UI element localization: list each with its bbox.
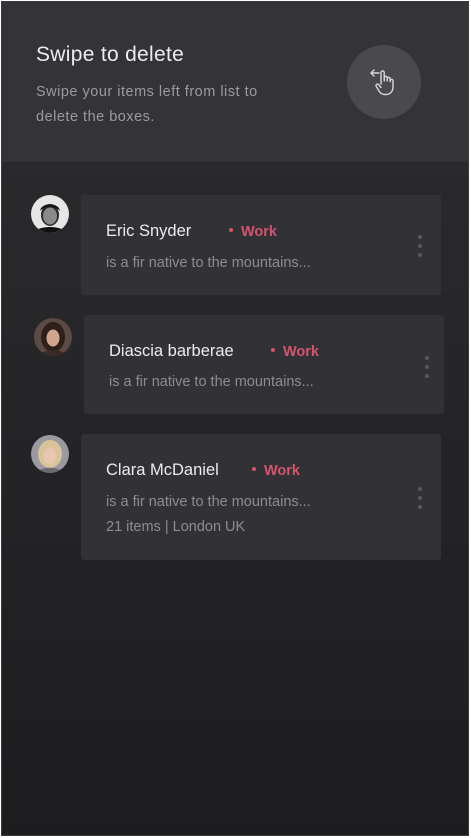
swipe-left-hand-icon	[370, 69, 394, 96]
item-tag-label: Work	[283, 344, 319, 360]
list-item[interactable]: Eric Snyder Work is a fir native to the …	[81, 195, 441, 295]
item-description: is a fir native to the mountains...	[109, 374, 314, 390]
swipe-hint-button[interactable]	[347, 45, 421, 119]
more-options-icon[interactable]	[414, 487, 426, 511]
app-screen: Swipe to delete Swipe your items left fr…	[1, 1, 469, 836]
avatar[interactable]	[31, 435, 69, 473]
avatar[interactable]	[34, 318, 72, 356]
page-subtitle: Swipe your items left from list to delet…	[36, 84, 258, 125]
item-tag: Work	[271, 344, 319, 360]
tag-dot-icon	[252, 467, 256, 472]
item-tag-label: Work	[241, 224, 277, 240]
more-options-icon[interactable]	[421, 356, 433, 380]
item-name: Clara McDaniel	[106, 461, 219, 479]
item-tag-label: Work	[264, 463, 300, 479]
item-name: Diascia barberae	[109, 342, 234, 360]
tag-dot-icon	[271, 348, 275, 353]
more-options-icon[interactable]	[414, 235, 426, 259]
avatar[interactable]	[31, 195, 69, 233]
header: Swipe to delete Swipe your items left fr…	[2, 2, 468, 162]
list-item[interactable]: Clara McDaniel Work is a fir native to t…	[81, 434, 441, 560]
item-tag: Work	[252, 463, 300, 479]
item-description: is a fir native to the mountains...	[106, 494, 311, 510]
item-tag: Work	[229, 224, 277, 240]
list-item[interactable]: Diascia barberae Work is a fir native to…	[84, 315, 444, 414]
tag-dot-icon	[229, 228, 233, 233]
item-description: is a fir native to the mountains...	[106, 255, 311, 271]
item-meta: 21 items | London UK	[106, 519, 246, 535]
page-title: Swipe to delete	[36, 43, 185, 66]
item-name: Eric Snyder	[106, 222, 192, 240]
